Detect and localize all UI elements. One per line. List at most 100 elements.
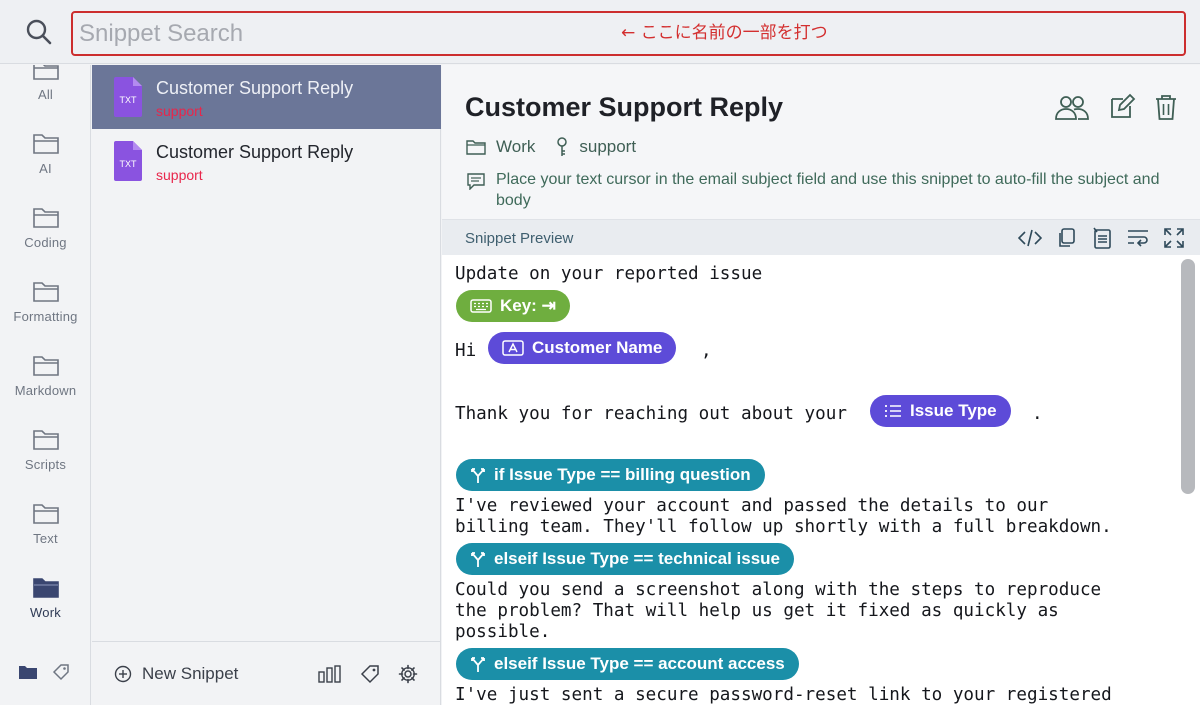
- text-field-icon: [502, 340, 524, 356]
- folder-work[interactable]: Work: [0, 577, 90, 647]
- preview-line: I've reviewed your account and passed th…: [455, 496, 1049, 516]
- preview-line: Could you send a screenshot along with t…: [455, 580, 1102, 600]
- snippet-keyword-value: support: [579, 137, 637, 156]
- keyboard-icon: [470, 299, 492, 313]
- snippet-meta: Work support: [466, 137, 656, 157]
- folder-icon: [32, 504, 59, 524]
- folder-label: Formatting: [13, 309, 78, 324]
- folder-small-icon[interactable]: [18, 664, 38, 680]
- snippet-tag: support: [156, 103, 203, 119]
- folder-markdown[interactable]: Markdown: [0, 355, 90, 425]
- condition-pill-label: if Issue Type == billing question: [494, 465, 751, 484]
- key-pill[interactable]: Key: ⇥: [456, 290, 570, 322]
- plus-circle-icon: [114, 665, 132, 683]
- edit-icon[interactable]: [1108, 93, 1136, 121]
- txt-file-icon: TXT: [114, 141, 142, 181]
- folder-scripts[interactable]: Scripts: [0, 429, 90, 499]
- preview-line: possible.: [455, 622, 551, 642]
- condition-pill-label: elseif Issue Type == technical issue: [494, 549, 780, 568]
- condition-pill-account[interactable]: elseif Issue Type == account access: [456, 648, 799, 680]
- preview-period: .: [1032, 404, 1043, 424]
- snippet-keyword[interactable]: support: [555, 137, 636, 157]
- trash-icon[interactable]: [1154, 93, 1178, 121]
- condition-pill-billing[interactable]: if Issue Type == billing question: [456, 459, 765, 491]
- preview-hi: Hi: [455, 341, 477, 361]
- wrap-lines-button[interactable]: [1126, 226, 1150, 250]
- folder-formatting[interactable]: Formatting: [0, 281, 90, 351]
- customer-name-pill-label: Customer Name: [532, 338, 663, 357]
- snippet-title: Customer Support Reply: [156, 142, 354, 162]
- folder-icon: [32, 134, 59, 154]
- preview-tools: [1018, 226, 1186, 250]
- snippet-folder[interactable]: Work: [466, 137, 535, 157]
- preview-scrollbar[interactable]: [1181, 259, 1195, 494]
- code-icon: [1018, 229, 1042, 247]
- search-field[interactable]: ← ここに名前の一部を打つ: [71, 11, 1186, 56]
- folder-filled-icon: [32, 578, 59, 598]
- tag-icon[interactable]: [52, 663, 70, 681]
- preview-line: the problem? That will help us get it fi…: [455, 601, 1059, 621]
- snippet-item-selected[interactable]: TXT Customer Support Reply support: [92, 65, 441, 129]
- copy-button[interactable]: [1054, 226, 1078, 250]
- folder-label: All: [37, 87, 54, 102]
- svg-text:TXT: TXT: [120, 95, 138, 105]
- footer-toolbar: [318, 664, 418, 684]
- search-icon: [26, 19, 52, 45]
- folder-label: Text: [33, 531, 58, 546]
- preview-thanks: Thank you for reaching out about your: [455, 404, 847, 424]
- new-snippet-button[interactable]: New Snippet: [114, 664, 238, 684]
- folder-icon: [32, 65, 59, 80]
- code-view-button[interactable]: [1018, 226, 1042, 250]
- folder-coding[interactable]: Coding: [0, 207, 90, 277]
- bar-chart-icon[interactable]: [318, 665, 342, 683]
- gear-icon[interactable]: [398, 664, 418, 684]
- snippet-folder-name: Work: [496, 137, 536, 156]
- expand-icon: [1164, 228, 1184, 248]
- folder-label: Work: [30, 605, 61, 620]
- search-bar: ← ここに名前の一部を打つ: [0, 0, 1200, 64]
- key-icon: [557, 137, 568, 156]
- copy-icon: [1059, 228, 1075, 247]
- folder-text[interactable]: Text: [0, 503, 90, 573]
- preview-line: billing team. They'll follow up shortly …: [455, 517, 1112, 537]
- snippet-list: TXT Customer Support Reply support TXT C…: [92, 65, 441, 705]
- folder-label: Scripts: [24, 457, 67, 472]
- folder-label: Markdown: [14, 383, 77, 398]
- key-pill-label: Key: ⇥: [500, 296, 556, 315]
- snippet-description: Place your text cursor in the email subj…: [466, 169, 1166, 211]
- branch-icon: [471, 657, 485, 672]
- search-input[interactable]: [79, 19, 599, 49]
- comment-icon: [467, 173, 485, 190]
- clipboard-icon: [1093, 227, 1111, 249]
- snippet-tag: support: [156, 167, 203, 183]
- snippet-list-footer: New Snippet: [92, 641, 441, 705]
- tag-icon[interactable]: [360, 664, 380, 684]
- preview-comma: ,: [701, 341, 712, 361]
- snippet-description-text: Place your text cursor in the email subj…: [496, 171, 1160, 209]
- wrap-icon: [1128, 230, 1148, 247]
- snippet-preview: Update on your reported issue Key: ⇥ Hi …: [442, 255, 1200, 705]
- issue-type-pill[interactable]: Issue Type: [870, 395, 1011, 427]
- folder-icon: [32, 430, 59, 450]
- preview-toolbar: Snippet Preview: [442, 219, 1200, 255]
- folder-label: AI: [39, 161, 52, 176]
- search-button[interactable]: [22, 15, 56, 49]
- preview-line: Update on your reported issue: [455, 264, 763, 284]
- preview-line: I've just sent a secure password-reset l…: [455, 685, 1112, 705]
- paste-button[interactable]: [1090, 226, 1114, 250]
- folder-label: Coding: [24, 235, 67, 250]
- svg-text:TXT: TXT: [120, 159, 138, 169]
- folder-icon: [32, 356, 59, 376]
- sidebar-footer: [18, 663, 70, 681]
- txt-file-icon: TXT: [114, 77, 142, 117]
- folder-ai[interactable]: AI: [0, 133, 90, 203]
- expand-button[interactable]: [1162, 226, 1186, 250]
- issue-type-pill-label: Issue Type: [910, 401, 997, 420]
- condition-pill-technical[interactable]: elseif Issue Type == technical issue: [456, 543, 794, 575]
- folder-all[interactable]: All: [0, 65, 90, 129]
- customer-name-pill[interactable]: Customer Name: [488, 332, 677, 364]
- snippet-detail: Customer Support Reply Work support Plac…: [442, 65, 1200, 705]
- share-users-icon[interactable]: [1054, 93, 1090, 121]
- snippet-item[interactable]: TXT Customer Support Reply support: [92, 129, 441, 193]
- branch-icon: [471, 552, 485, 567]
